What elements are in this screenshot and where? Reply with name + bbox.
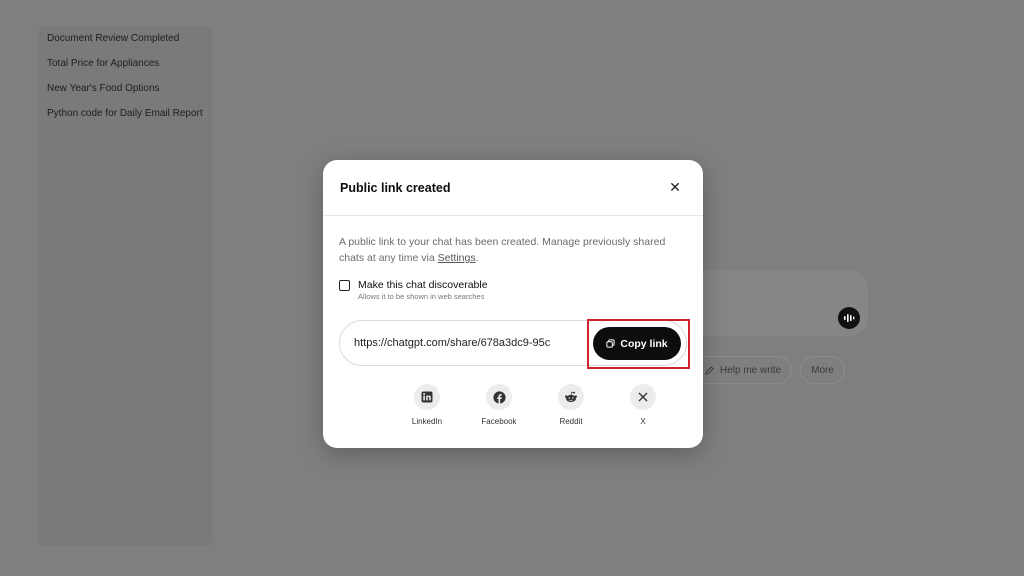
- discoverable-label: Make this chat discoverable: [358, 279, 488, 291]
- reddit-label: Reddit: [559, 417, 583, 426]
- share-reddit[interactable]: Reddit: [535, 384, 607, 426]
- x-icon: [638, 392, 648, 402]
- discoverable-option[interactable]: Make this chat discoverable Allows it to…: [339, 278, 687, 302]
- share-facebook[interactable]: Facebook: [463, 384, 535, 426]
- sidebar: Document Review Completed Total Price fo…: [38, 26, 212, 546]
- help-me-write-chip[interactable]: Help me write: [694, 356, 793, 384]
- facebook-label: Facebook: [481, 417, 517, 426]
- discoverable-checkbox[interactable]: [339, 280, 350, 291]
- share-modal: Public link created ✕ A public link to y…: [323, 160, 703, 448]
- suggestion-chips: Help me write More: [694, 356, 845, 384]
- pencil-icon: [705, 365, 714, 375]
- discoverable-sublabel: Allows it to be shown in web searches: [358, 292, 485, 301]
- share-options: LinkedIn Facebook Reddit X: [339, 384, 687, 426]
- modal-description: A public link to your chat has been crea…: [339, 234, 687, 266]
- help-me-write-label: Help me write: [720, 364, 782, 376]
- linkedin-button[interactable]: [414, 384, 440, 410]
- close-button[interactable]: ✕: [664, 177, 686, 199]
- sidebar-item-total-price[interactable]: Total Price for Appliances: [38, 51, 212, 76]
- share-linkedin[interactable]: LinkedIn: [391, 384, 463, 426]
- sidebar-item-new-years-food[interactable]: New Year's Food Options: [38, 76, 212, 101]
- modal-header: Public link created ✕: [323, 160, 703, 216]
- x-label: X: [640, 417, 646, 426]
- settings-link[interactable]: Settings: [438, 252, 476, 264]
- copy-icon: [606, 339, 615, 348]
- facebook-button[interactable]: [486, 384, 512, 410]
- share-x[interactable]: X: [607, 384, 679, 426]
- more-chip[interactable]: More: [800, 356, 845, 384]
- sidebar-item-python-email[interactable]: Python code for Daily Email Report: [38, 101, 212, 126]
- more-label: More: [811, 364, 834, 376]
- description-text: A public link to your chat has been crea…: [339, 236, 666, 264]
- copy-link-button[interactable]: Copy link: [593, 327, 681, 360]
- sidebar-item-document-review[interactable]: Document Review Completed: [38, 26, 212, 51]
- share-link-url[interactable]: https://chatgpt.com/share/678a3dc9-95c: [354, 337, 579, 349]
- voice-mode-button[interactable]: [838, 307, 860, 329]
- copy-link-label: Copy link: [620, 337, 668, 350]
- description-end: .: [475, 252, 479, 264]
- linkedin-label: LinkedIn: [411, 417, 443, 426]
- modal-title: Public link created: [340, 180, 451, 195]
- reddit-button[interactable]: [558, 384, 584, 410]
- share-link-field[interactable]: https://chatgpt.com/share/678a3dc9-95c C…: [339, 319, 690, 369]
- linkedin-icon: [421, 391, 433, 403]
- reddit-icon: [565, 391, 577, 403]
- close-icon: ✕: [669, 179, 681, 195]
- facebook-icon: [492, 390, 506, 404]
- waveform-icon: [844, 314, 855, 322]
- x-button[interactable]: [630, 384, 656, 410]
- modal-body: A public link to your chat has been crea…: [323, 216, 703, 426]
